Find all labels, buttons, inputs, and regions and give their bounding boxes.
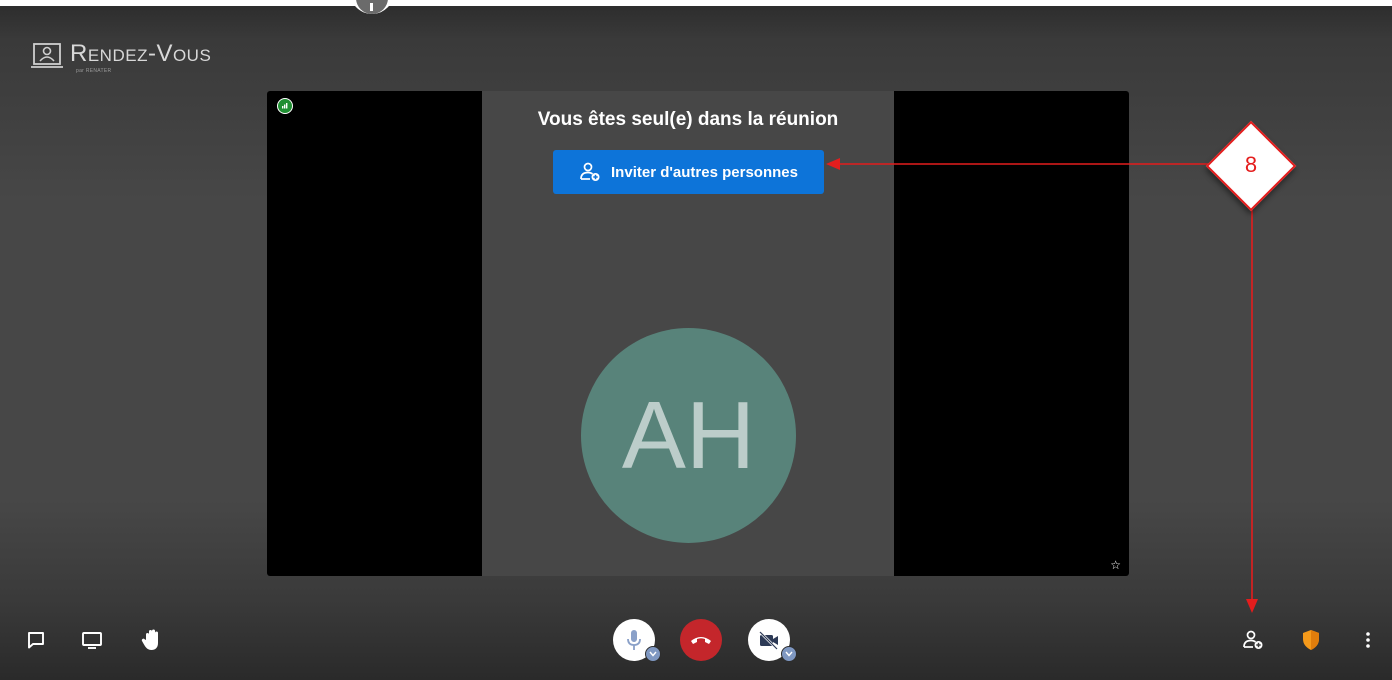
camera-options-caret[interactable] bbox=[781, 646, 797, 662]
annotation-label: 8 bbox=[1244, 152, 1258, 177]
screen-icon[interactable] bbox=[78, 626, 106, 654]
signal-bars-icon[interactable] bbox=[277, 98, 293, 114]
add-person-icon[interactable] bbox=[1239, 626, 1267, 654]
logo-text: Rendez-Vous bbox=[70, 40, 212, 67]
laptop-user-icon bbox=[31, 43, 63, 68]
participant-avatar: AH bbox=[581, 328, 796, 543]
star-icon[interactable]: ☆ bbox=[1110, 558, 1121, 572]
microphone-icon bbox=[627, 630, 641, 650]
add-person-icon bbox=[580, 162, 600, 181]
invite-button-label: Inviter d'autres personnes bbox=[611, 163, 798, 181]
invite-people-button[interactable]: Inviter d'autres personnes bbox=[553, 150, 824, 194]
alone-message: Vous êtes seul(e) dans la réunion bbox=[537, 109, 839, 130]
hangup-button[interactable] bbox=[680, 619, 722, 661]
phone-hangup-icon bbox=[691, 637, 711, 644]
shield-icon[interactable] bbox=[1297, 626, 1325, 654]
chat-icon[interactable] bbox=[22, 626, 50, 654]
microphone-options-caret[interactable] bbox=[645, 646, 661, 662]
logo-subtext: par RENATER bbox=[76, 68, 112, 74]
more-vertical-icon[interactable] bbox=[1354, 626, 1382, 654]
top-strip bbox=[0, 0, 1392, 6]
hand-icon[interactable] bbox=[138, 626, 166, 654]
video-stage: Vous êtes seul(e) dans la réunion Invite… bbox=[267, 91, 1129, 576]
camera-off-icon bbox=[759, 631, 778, 650]
app-logo: Rendez-Vous par RENATER bbox=[30, 42, 211, 74]
info-icon bbox=[370, 3, 373, 11]
large-video-area: Vous êtes seul(e) dans la réunion Invite… bbox=[482, 91, 894, 576]
meeting-app: Rendez-Vous par RENATER Vous êtes seul(e… bbox=[0, 0, 1392, 680]
